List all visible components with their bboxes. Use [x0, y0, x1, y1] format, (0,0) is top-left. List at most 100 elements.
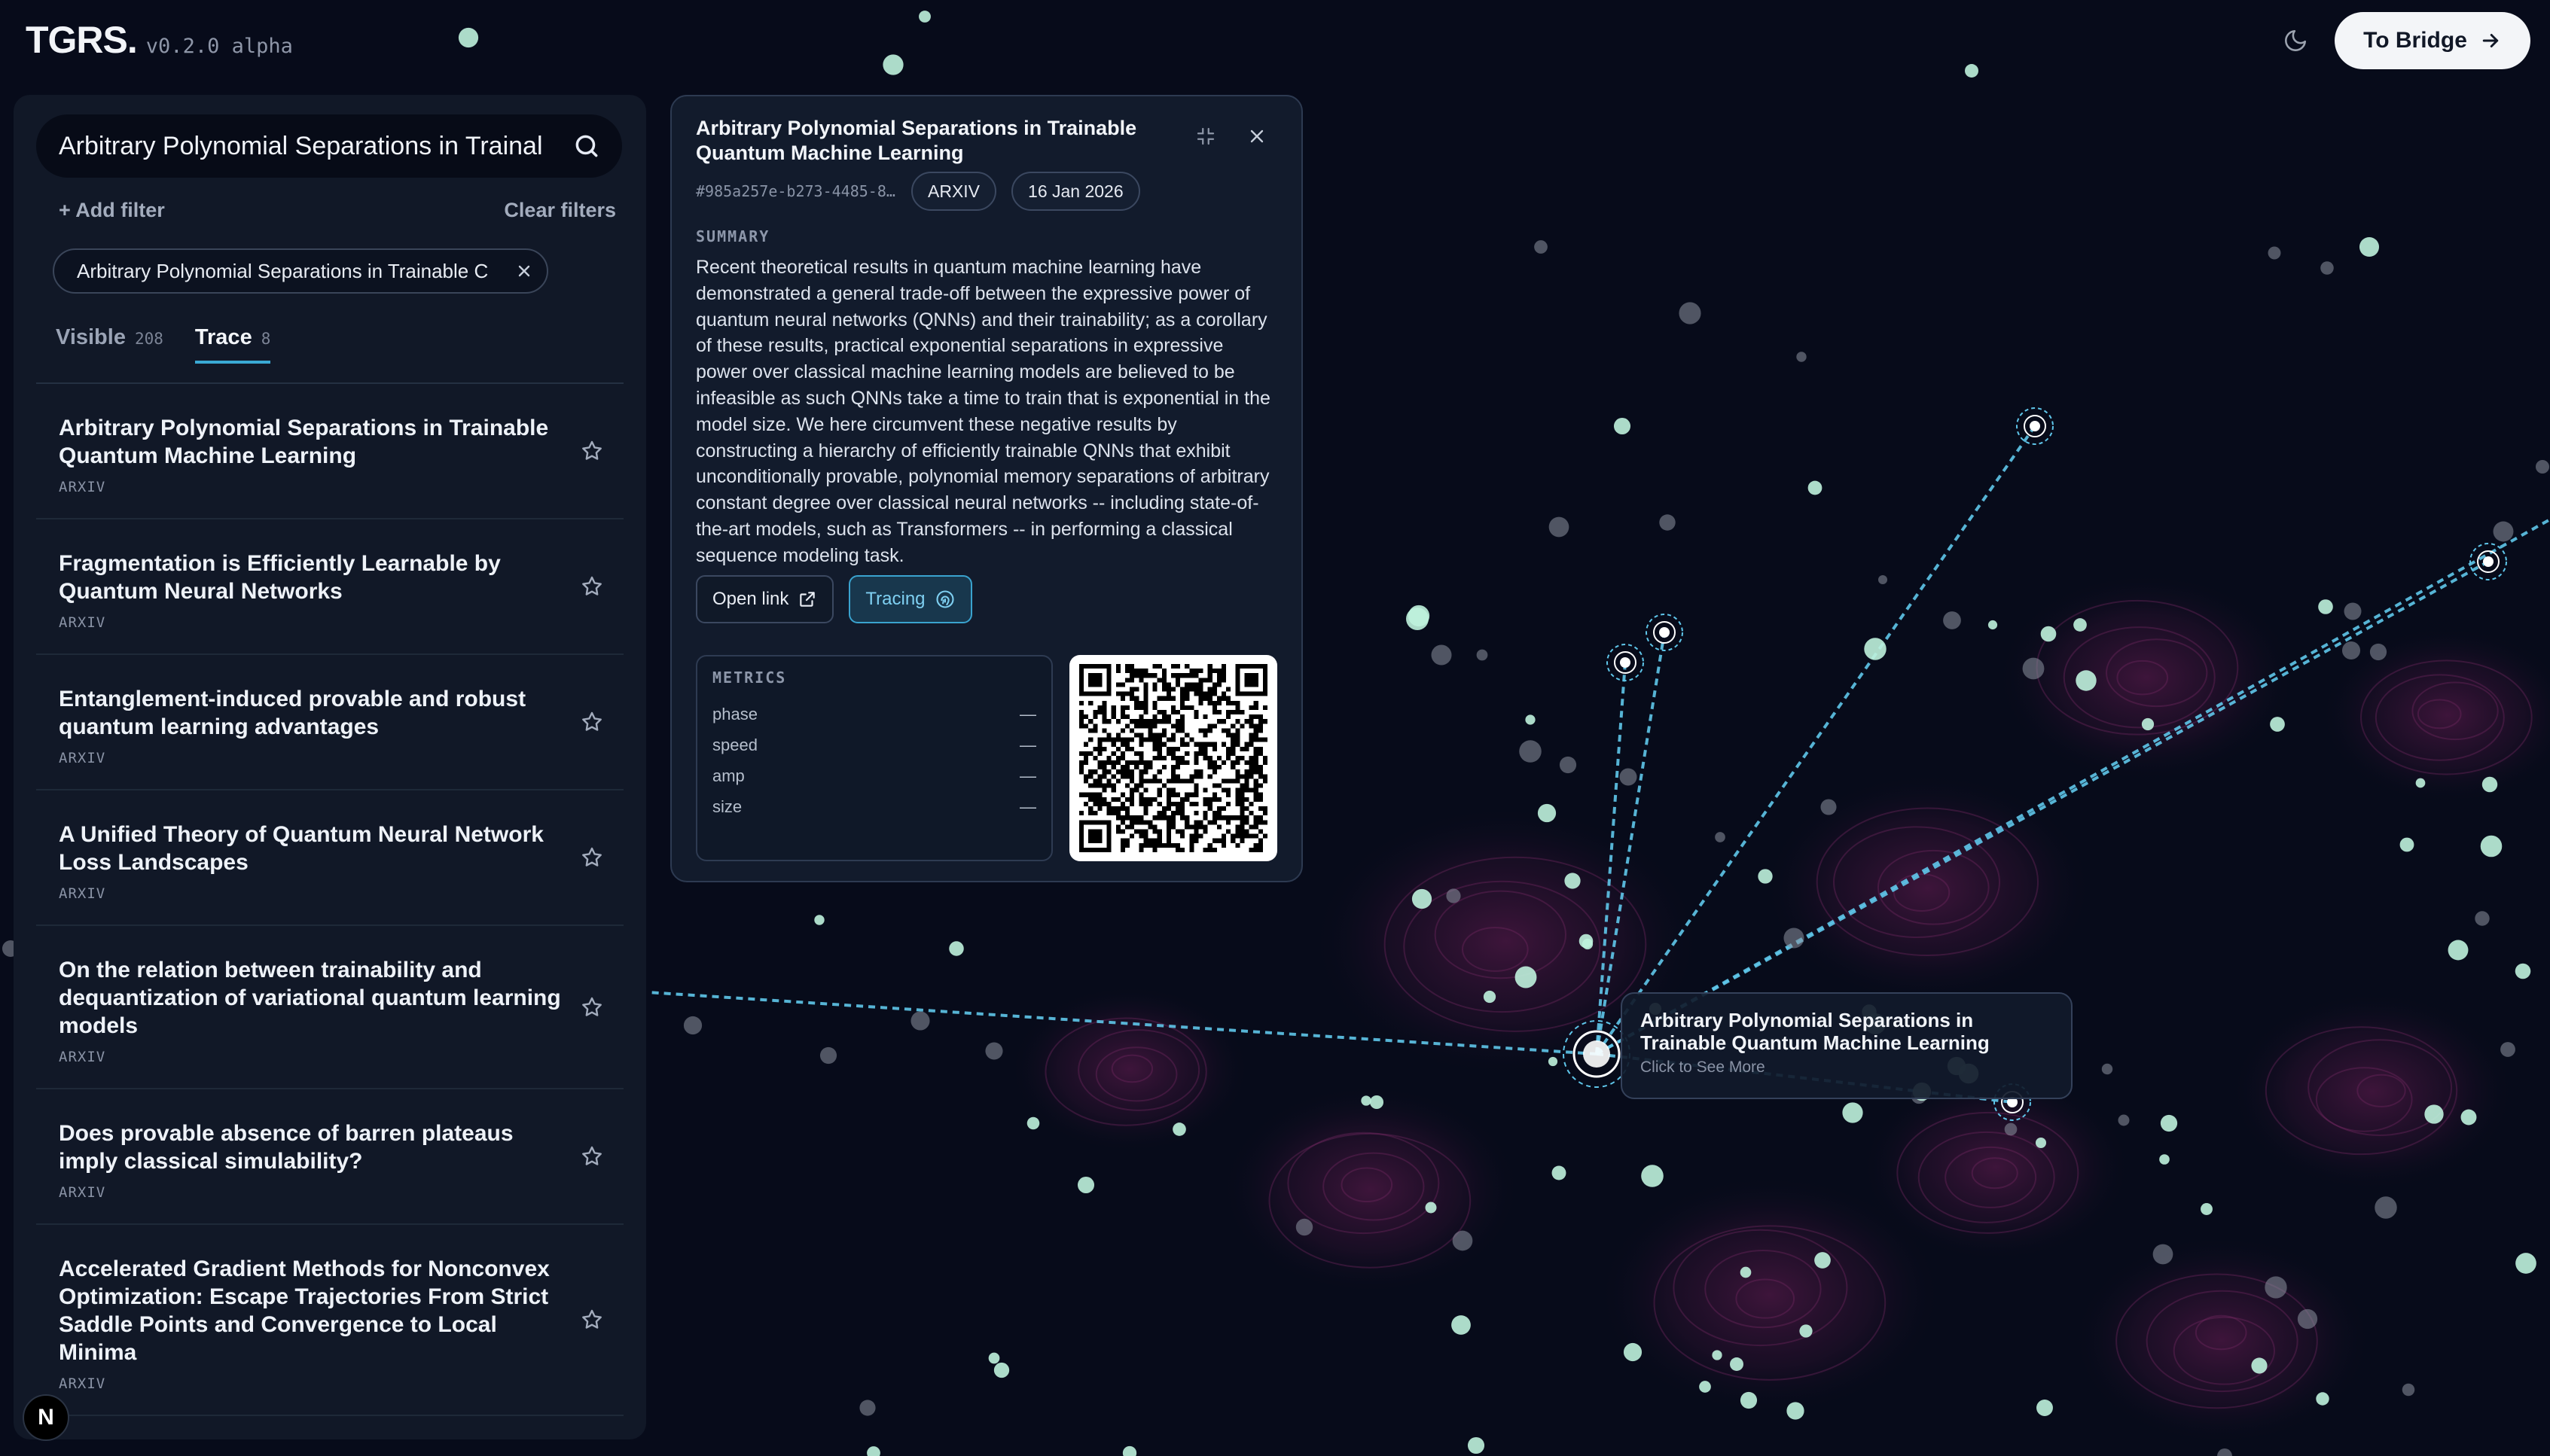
qr-module — [1097, 760, 1103, 766]
qr-module — [1152, 842, 1158, 848]
qr-module — [1207, 728, 1212, 733]
qr-module — [1157, 751, 1162, 756]
graph-node — [1295, 1218, 1313, 1236]
qr-module — [1189, 687, 1194, 692]
tracing-button[interactable]: Tracing — [849, 575, 972, 623]
qr-module — [1148, 801, 1153, 807]
qr-module — [1170, 820, 1176, 825]
favorite-button[interactable] — [577, 1141, 607, 1171]
paper-list-item[interactable]: Does provable absence of barren plateaus… — [36, 1089, 624, 1225]
qr-module — [1235, 769, 1240, 775]
graph-node — [1715, 832, 1725, 842]
graph-node — [2022, 657, 2045, 680]
qr-module — [1253, 746, 1258, 751]
node-tooltip-title: Arbitrary Polynomial Separations in Trai… — [1640, 1009, 1990, 1054]
qr-module — [1244, 797, 1249, 802]
qr-module — [1102, 774, 1107, 779]
paper-detail-panel: Arbitrary Polynomial Separations in Trai… — [670, 95, 1303, 882]
graph-node — [2201, 1203, 2213, 1215]
qr-module — [1226, 714, 1231, 720]
paper-id: #985a257e-b273-4485-8e... — [696, 182, 896, 200]
graph-node — [1564, 873, 1581, 889]
qr-module — [1244, 815, 1249, 821]
paper-list-item[interactable]: A Unified Theory of Quantum Neural Netwo… — [36, 790, 624, 926]
to-bridge-button[interactable]: To Bridge — [2335, 12, 2530, 69]
qr-module — [1102, 705, 1107, 710]
qr-module — [1240, 755, 1245, 761]
qr-module — [1115, 778, 1121, 784]
qr-module — [1139, 755, 1144, 761]
favorite-button[interactable] — [577, 992, 607, 1022]
qr-module — [1226, 746, 1231, 751]
qr-module — [1157, 709, 1162, 715]
qr-module — [1226, 709, 1231, 715]
favorite-button[interactable] — [577, 436, 607, 466]
qr-module — [1088, 719, 1094, 724]
qr-module — [1180, 719, 1185, 724]
node-tooltip[interactable]: Arbitrary Polynomial Separations in Trai… — [1621, 992, 2073, 1099]
paper-list-item[interactable]: Entanglement-induced provable and robust… — [36, 655, 624, 790]
tab-visible[interactable]: Visible 208 — [56, 325, 163, 364]
favorite-button[interactable] — [577, 571, 607, 602]
qr-module — [1134, 787, 1139, 793]
graph-node — [2460, 1109, 2477, 1126]
qr-module — [1152, 774, 1158, 779]
favorite-button[interactable] — [577, 1305, 607, 1335]
qr-module — [1130, 691, 1135, 696]
qr-module — [1222, 696, 1227, 701]
qr-module — [1194, 755, 1199, 761]
qr-module — [1157, 811, 1162, 816]
graph-node — [2424, 1104, 2444, 1124]
qr-module — [1258, 842, 1263, 848]
close-detail-button[interactable] — [1240, 119, 1274, 154]
qr-module — [1130, 778, 1135, 784]
search-box[interactable] — [36, 114, 622, 178]
qr-module — [1226, 801, 1231, 807]
clear-filters-button[interactable]: Clear filters — [504, 199, 616, 222]
qr-module — [1139, 829, 1144, 834]
graph-node — [2480, 835, 2503, 857]
paper-list-item[interactable]: Accelerated Gradient Methods for Nonconv… — [36, 1225, 624, 1416]
tab-trace[interactable]: Trace 8 — [194, 325, 271, 364]
search-icon[interactable] — [572, 132, 601, 160]
qr-finder — [1088, 673, 1103, 687]
qr-module — [1185, 691, 1190, 696]
qr-module — [1157, 737, 1162, 742]
graph-node — [2073, 618, 2087, 632]
paper-list-item[interactable]: Arbitrary Polynomial Separations in Trai… — [36, 384, 624, 519]
qr-module — [1244, 829, 1249, 834]
open-link-button[interactable]: Open link — [696, 575, 834, 623]
remove-filter-button[interactable] — [515, 262, 533, 280]
graph-node — [1525, 714, 1536, 725]
paper-list-item[interactable]: On the relation between trainability and… — [36, 926, 624, 1089]
qr-finder — [1079, 847, 1112, 852]
qr-module — [1166, 696, 1171, 701]
qr-module — [1166, 792, 1171, 797]
graph-node — [2399, 837, 2414, 852]
qr-module — [1124, 737, 1130, 742]
qr-module — [1231, 815, 1236, 821]
framework-badge[interactable]: N — [23, 1394, 69, 1441]
qr-module — [1166, 833, 1171, 839]
node-tooltip-hint: Click to See More — [1640, 1058, 1765, 1076]
graph-node — [458, 27, 479, 48]
qr-module — [1134, 719, 1139, 724]
qr-module — [1240, 824, 1245, 830]
qr-module — [1185, 696, 1190, 701]
paper-list-item[interactable]: Fragmentation is Efficiently Learnable b… — [36, 519, 624, 655]
collapse-button[interactable] — [1188, 119, 1223, 154]
add-filter-button[interactable]: + Add filter — [59, 199, 165, 222]
qr-module — [1170, 765, 1176, 770]
qr-module — [1222, 691, 1227, 696]
favorite-button[interactable] — [577, 842, 607, 873]
search-input[interactable] — [59, 131, 572, 161]
qr-module — [1134, 673, 1139, 678]
brand[interactable]: TGRS. v0.2.0 alpha — [26, 18, 293, 62]
favorite-button[interactable] — [577, 707, 607, 737]
qr-module — [1152, 755, 1158, 761]
qr-module — [1262, 755, 1267, 761]
qr-module — [1166, 691, 1171, 696]
qr-module — [1203, 787, 1208, 793]
qr-module — [1139, 778, 1144, 784]
theme-toggle-button[interactable] — [2277, 23, 2314, 59]
